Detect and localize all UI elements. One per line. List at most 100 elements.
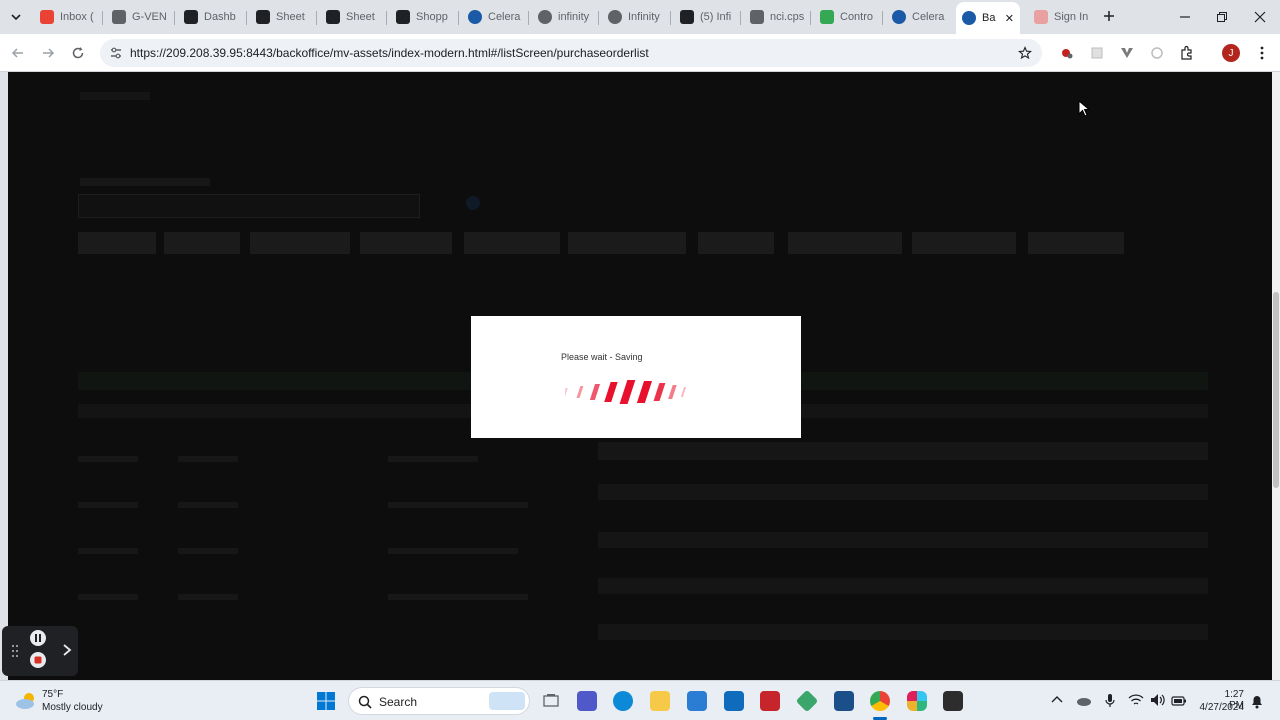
reload-icon[interactable] bbox=[68, 43, 88, 63]
forward-icon[interactable] bbox=[38, 43, 58, 63]
browser-tab[interactable]: Ba ✕ bbox=[956, 2, 1020, 34]
app-blue-square-icon[interactable] bbox=[834, 691, 854, 711]
battery-icon[interactable] bbox=[1171, 694, 1187, 706]
notification-bell-icon[interactable] bbox=[1250, 693, 1264, 709]
tab-search-chevron-icon[interactable] bbox=[8, 9, 24, 25]
back-icon[interactable] bbox=[8, 43, 28, 63]
page-scrollbar-thumb[interactable] bbox=[1273, 292, 1279, 488]
table-cell bbox=[78, 456, 138, 462]
browser-tab[interactable]: Celera bbox=[886, 6, 948, 28]
tab-label: Ba bbox=[982, 12, 996, 24]
browser-tab[interactable]: nci.cps bbox=[744, 6, 806, 28]
v-logo-icon bbox=[680, 10, 694, 24]
filter-chip bbox=[78, 232, 156, 254]
filter-label-placeholder bbox=[80, 178, 210, 186]
site-info-icon[interactable] bbox=[109, 46, 123, 60]
filter-chip bbox=[912, 232, 1016, 254]
chrome-icon[interactable] bbox=[870, 691, 890, 711]
table-row bbox=[598, 624, 1208, 640]
filter-chip bbox=[568, 232, 686, 254]
volume-icon[interactable] bbox=[1150, 693, 1166, 707]
windows-taskbar: 75°F Mostly cloudy Search 1:27 PM 4/27/2… bbox=[0, 680, 1280, 720]
stop-recording-button[interactable] bbox=[30, 652, 46, 668]
browser-menu-icon[interactable] bbox=[1252, 43, 1272, 63]
teams-icon[interactable] bbox=[577, 691, 597, 711]
extension-square-icon[interactable] bbox=[1087, 43, 1107, 63]
tab-separator bbox=[810, 11, 811, 25]
globe-icon bbox=[608, 10, 622, 24]
store-icon[interactable] bbox=[687, 691, 707, 711]
filter-chip bbox=[360, 232, 452, 254]
bookmark-star-icon[interactable] bbox=[1015, 43, 1035, 63]
browser-tab-strip: Inbox ( G-VEN Dashb Sheet Sheet Shopp Celera in… bbox=[0, 0, 1280, 34]
weather-temperature[interactable]: 75°F bbox=[42, 689, 63, 700]
slack-icon[interactable] bbox=[907, 691, 927, 711]
browser-tab[interactable]: Shopp bbox=[390, 6, 454, 28]
filter-search-icon bbox=[466, 196, 480, 210]
generic-icon bbox=[112, 10, 126, 24]
tab-label: Shopp bbox=[416, 11, 448, 23]
browser-tab[interactable]: Dashb bbox=[178, 6, 242, 28]
browser-tab[interactable]: Infinity bbox=[602, 6, 666, 28]
page-heading-placeholder bbox=[80, 92, 150, 100]
drag-handle-icon[interactable] bbox=[10, 644, 20, 658]
tab-label: (5) Infi bbox=[700, 11, 732, 23]
browser-tab[interactable]: (5) Infi bbox=[674, 6, 736, 28]
app-v-icon[interactable] bbox=[760, 691, 780, 711]
saving-dialog: Please wait - Saving bbox=[471, 316, 801, 438]
onedrive-icon[interactable] bbox=[1075, 694, 1093, 708]
filter-input-placeholder bbox=[78, 194, 420, 218]
browser-tab[interactable]: Sheet bbox=[320, 6, 382, 28]
generic-icon bbox=[1034, 10, 1048, 24]
table-cell bbox=[388, 594, 528, 600]
tab-label: Sheet bbox=[346, 11, 375, 23]
pause-recording-button[interactable] bbox=[30, 630, 46, 646]
clock-date[interactable]: 4/27/2024 bbox=[1194, 702, 1245, 713]
tab-label: infinity bbox=[558, 11, 590, 23]
edge-icon[interactable] bbox=[613, 691, 633, 711]
microphone-icon[interactable] bbox=[1104, 693, 1116, 709]
close-window-icon[interactable] bbox=[1253, 10, 1267, 24]
expand-recorder-icon[interactable] bbox=[60, 642, 74, 658]
browser-tab[interactable]: Contro bbox=[814, 6, 878, 28]
extension-v-icon[interactable] bbox=[1117, 43, 1137, 63]
wifi-icon[interactable] bbox=[1128, 693, 1144, 707]
extension-circle-icon[interactable] bbox=[1147, 43, 1167, 63]
v-logo-icon bbox=[256, 10, 270, 24]
tab-separator bbox=[386, 11, 387, 25]
avatar[interactable]: J bbox=[1222, 44, 1240, 62]
windows-start-icon[interactable] bbox=[316, 691, 336, 711]
file-explorer-icon[interactable] bbox=[650, 691, 670, 711]
browser-tab[interactable]: Celera bbox=[462, 6, 524, 28]
globe-icon bbox=[468, 10, 482, 24]
tab-label: Celera bbox=[488, 11, 521, 23]
table-cell bbox=[178, 548, 238, 554]
show-hidden-icons-icon[interactable] bbox=[1050, 693, 1064, 707]
browser-tab[interactable]: Sheet bbox=[250, 6, 312, 28]
extension-record-icon[interactable] bbox=[1057, 43, 1077, 63]
browser-tab[interactable]: Sign In bbox=[1028, 6, 1098, 28]
app-diamond-icon[interactable] bbox=[795, 689, 819, 713]
tab-label: Sheet bbox=[276, 11, 305, 23]
gear-icon bbox=[820, 10, 834, 24]
browser-tab[interactable]: G-VEN bbox=[106, 6, 170, 28]
mail-icon[interactable] bbox=[724, 691, 744, 711]
filter-chip bbox=[788, 232, 902, 254]
taskbar-search-box[interactable]: Search bbox=[348, 687, 530, 715]
weather-cloud-icon[interactable] bbox=[14, 689, 38, 713]
generic-icon bbox=[396, 10, 410, 24]
task-view-icon[interactable] bbox=[541, 691, 561, 711]
table-row bbox=[598, 484, 1208, 500]
restore-icon[interactable] bbox=[1215, 10, 1229, 24]
browser-tab[interactable]: infinity bbox=[532, 6, 594, 28]
search-highlight-icon bbox=[489, 692, 525, 710]
minimize-icon[interactable] bbox=[1178, 10, 1192, 24]
browser-tab[interactable]: Inbox ( bbox=[34, 6, 98, 28]
weather-description[interactable]: Mostly cloudy bbox=[42, 702, 103, 713]
new-tab-icon[interactable] bbox=[1102, 9, 1116, 23]
close-tab-icon[interactable]: ✕ bbox=[1005, 12, 1014, 25]
terminal-icon[interactable] bbox=[943, 691, 963, 711]
table-row bbox=[598, 578, 1208, 594]
address-bar[interactable]: https://209.208.39.95:8443/backoffice/mv… bbox=[100, 39, 1042, 67]
extensions-puzzle-icon[interactable] bbox=[1177, 43, 1197, 63]
